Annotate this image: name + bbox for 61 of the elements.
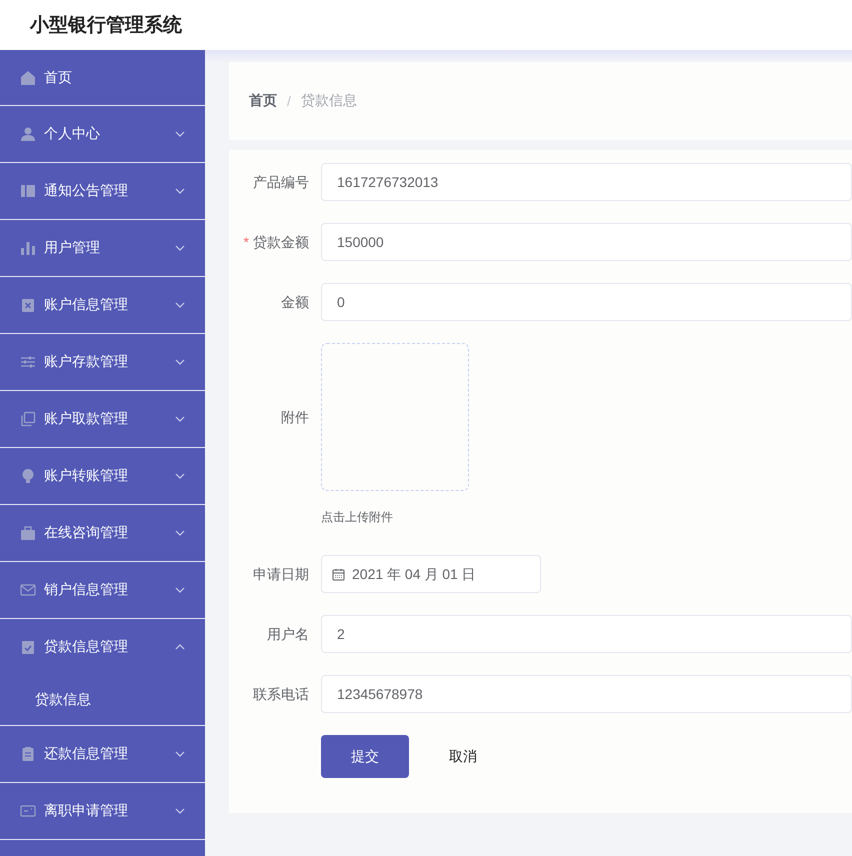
field-label: 联系电话 — [253, 686, 309, 702]
caret-icon — [175, 750, 185, 758]
field-label: 产品编号 — [253, 174, 309, 190]
upload-hint: 点击上传附件 — [321, 509, 394, 525]
envelope-icon — [20, 582, 36, 598]
sidebar-item[interactable]: 通知公告管理 — [0, 163, 205, 219]
upload-area[interactable] — [321, 343, 469, 491]
caret-icon — [175, 415, 185, 423]
sidebar-item[interactable]: 销户信息管理 — [0, 562, 205, 618]
caret-icon — [175, 187, 185, 195]
caret-icon — [175, 807, 185, 815]
clipboard-icon — [20, 746, 36, 762]
breadcrumb-separator: / — [287, 93, 291, 109]
sidebar-item[interactable]: 账户信息管理 — [0, 277, 205, 333]
clipboard-icon — [20, 297, 36, 313]
briefcase-icon — [20, 525, 36, 541]
date-field[interactable]: 2021 年 04 月 01 日 — [321, 555, 541, 593]
field-label: 用户名 — [267, 626, 309, 642]
sidebar-item[interactable]: 账户存款管理 — [0, 334, 205, 390]
sidebar-item[interactable]: 首页 — [0, 50, 205, 105]
id-card-icon — [20, 803, 36, 819]
caret-icon — [175, 643, 185, 651]
input-field[interactable]: 150000 — [321, 223, 852, 261]
input-field[interactable]: 12345678978 — [321, 675, 852, 713]
user-icon — [20, 126, 36, 142]
field-label: 申请日期 — [253, 566, 309, 582]
caret-icon — [175, 472, 185, 480]
input-field[interactable]: 1617276732013 — [321, 163, 852, 201]
caret-icon — [175, 244, 185, 252]
required-icon: * — [244, 234, 249, 250]
field-label: 附件 — [281, 409, 309, 425]
copy-icon — [20, 411, 36, 427]
app-title: 小型银行管理系统 — [30, 14, 182, 38]
caret-icon — [175, 301, 185, 309]
sidebar-item[interactable]: 在线咨询管理 — [0, 505, 205, 561]
bar-chart-icon — [20, 240, 36, 256]
sidebar-subitem[interactable]: 贷款信息 — [0, 675, 205, 725]
sidebar-item[interactable]: 用户管理 — [0, 220, 205, 276]
caret-icon — [175, 586, 185, 594]
home-icon — [20, 70, 36, 86]
sidebar-item[interactable]: 离职申请管理 — [0, 783, 205, 839]
input-field[interactable]: 0 — [321, 283, 852, 321]
breadcrumb-link[interactable]: 首页 — [249, 92, 277, 110]
sidebar-item[interactable]: 个人中心 — [0, 106, 205, 162]
caret-icon — [175, 130, 185, 138]
book-icon — [20, 183, 36, 199]
submit-button[interactable]: 提交 — [321, 735, 409, 778]
clipboard-check-icon — [20, 639, 36, 655]
field-label: 贷款金额 — [253, 234, 309, 250]
bulb-icon — [20, 468, 36, 484]
caret-icon — [175, 529, 185, 537]
sidebar-item[interactable]: 贷款信息管理 — [0, 619, 205, 675]
field-label: 金额 — [281, 294, 309, 310]
cancel-button[interactable]: 取消 — [437, 735, 489, 778]
calendar-icon — [332, 568, 345, 580]
sidebar-item[interactable]: 账户取款管理 — [0, 391, 205, 447]
sidebar-item[interactable]: 还款信息管理 — [0, 726, 205, 782]
sidebar-item[interactable]: 账户转账管理 — [0, 448, 205, 504]
caret-icon — [175, 358, 185, 366]
input-field[interactable]: 2 — [321, 615, 852, 653]
sliders-icon — [20, 354, 36, 370]
